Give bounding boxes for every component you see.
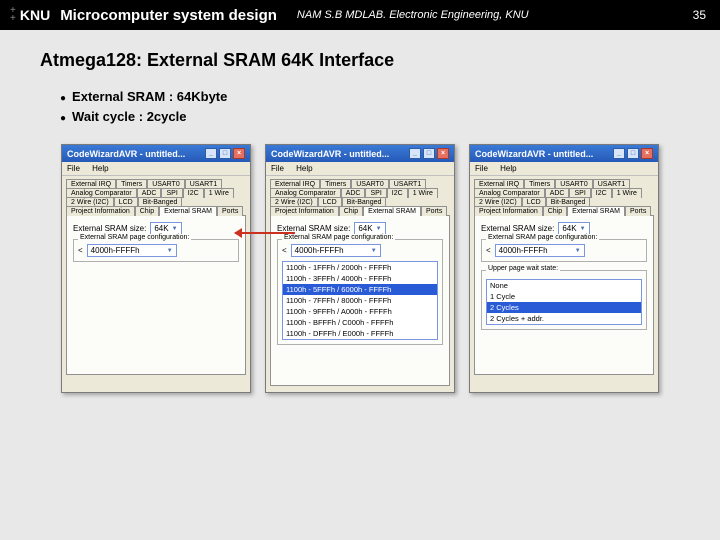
bullet-item: External SRAM : 64Kbyte bbox=[60, 87, 680, 107]
wizard-panels: CodeWizardAVR - untitled... _ □ × File H… bbox=[40, 144, 680, 393]
titlebar[interactable]: CodeWizardAVR - untitled... _ □ × bbox=[470, 145, 658, 162]
chevron-down-icon: ▼ bbox=[172, 226, 178, 232]
slide-header: ++ KNU Microcomputer system design NAM S… bbox=[0, 0, 720, 30]
tab-1wire[interactable]: 1 Wire bbox=[408, 188, 438, 198]
tab-projinfo[interactable]: Project Information bbox=[66, 206, 135, 216]
menu-file[interactable]: File bbox=[67, 164, 80, 173]
sram-size-label: External SRAM size: bbox=[73, 224, 146, 233]
tab-strip: External IRQ Timers USART0 USART1 Analog… bbox=[62, 176, 250, 215]
chevron-down-icon: ▼ bbox=[167, 248, 173, 254]
addr-range-select[interactable]: 4000h-FFFFh▼ bbox=[291, 244, 381, 257]
list-item[interactable]: 1 Cycle bbox=[487, 291, 641, 302]
list-item[interactable]: 2 Cycles + addr. bbox=[487, 313, 641, 324]
tab-body: External SRAM size: 64K▼ External SRAM p… bbox=[474, 215, 654, 375]
logo-text: KNU bbox=[20, 7, 50, 23]
maximize-button[interactable]: □ bbox=[219, 148, 231, 159]
tab-chip[interactable]: Chip bbox=[339, 206, 363, 216]
section-heading: Atmega128: External SRAM 64K Interface bbox=[40, 50, 680, 71]
chevron-down-icon: ▼ bbox=[371, 248, 377, 254]
wizard-window-3: CodeWizardAVR - untitled... _ □ × File H… bbox=[469, 144, 659, 393]
tab-strip: External IRQ Timers USART0 USART1 Analog… bbox=[470, 176, 658, 215]
window-title: CodeWizardAVR - untitled... bbox=[271, 149, 389, 159]
logo-area: ++ KNU bbox=[10, 7, 50, 23]
tab-1wire[interactable]: 1 Wire bbox=[612, 188, 642, 198]
list-item[interactable]: 1100h - 1FFFh / 2000h - FFFFh bbox=[283, 262, 437, 273]
wizard-window-2: CodeWizardAVR - untitled... _ □ × File H… bbox=[265, 144, 455, 393]
tab-external-sram[interactable]: External SRAM bbox=[363, 206, 421, 216]
window-title: CodeWizardAVR - untitled... bbox=[67, 149, 185, 159]
menu-file[interactable]: File bbox=[271, 164, 284, 173]
menubar[interactable]: File Help bbox=[62, 162, 250, 176]
wait-state-group: Upper page wait state: None 1 Cycle 2 Cy… bbox=[481, 270, 647, 330]
slide-subtitle: NAM S.B MDLAB. Electronic Engineering, K… bbox=[297, 9, 529, 21]
chevron-down-icon: ▼ bbox=[376, 226, 382, 232]
tab-external-sram[interactable]: External SRAM bbox=[567, 206, 625, 216]
titlebar[interactable]: CodeWizardAVR - untitled... _ □ × bbox=[266, 145, 454, 162]
tab-projinfo[interactable]: Project Information bbox=[474, 206, 543, 216]
tab-strip: External IRQ Timers USART0 USART1 Analog… bbox=[266, 176, 454, 215]
close-button[interactable]: × bbox=[233, 148, 245, 159]
slide-title: Microcomputer system design bbox=[60, 7, 277, 24]
addr-prefix: < bbox=[486, 246, 491, 255]
tab-body: External SRAM size: 64K▼ External SRAM p… bbox=[270, 215, 450, 386]
menubar[interactable]: File Help bbox=[266, 162, 454, 176]
slide-body: Atmega128: External SRAM 64K Interface E… bbox=[0, 30, 720, 413]
list-item[interactable]: 1100h - DFFFh / E000h - FFFFh bbox=[283, 328, 437, 339]
menu-help[interactable]: Help bbox=[92, 164, 108, 173]
menu-help[interactable]: Help bbox=[296, 164, 312, 173]
list-item[interactable]: None bbox=[487, 280, 641, 291]
page-number: 35 bbox=[693, 8, 706, 22]
menubar[interactable]: File Help bbox=[470, 162, 658, 176]
maximize-button[interactable]: □ bbox=[423, 148, 435, 159]
list-item[interactable]: 1100h - 9FFFh / A000h - FFFFh bbox=[283, 306, 437, 317]
tab-projinfo[interactable]: Project Information bbox=[270, 206, 339, 216]
tab-body: External SRAM size: 64K▼ External SRAM p… bbox=[66, 215, 246, 375]
wizard-window-1: CodeWizardAVR - untitled... _ □ × File H… bbox=[61, 144, 251, 393]
list-item[interactable]: 1100h - 3FFFh / 4000h - FFFFh bbox=[283, 273, 437, 284]
wait-dropdown-list[interactable]: None 1 Cycle 2 Cycles 2 Cycles + addr. bbox=[486, 279, 642, 325]
tab-chip[interactable]: Chip bbox=[135, 206, 159, 216]
tab-ports[interactable]: Ports bbox=[625, 206, 651, 216]
tab-i2c[interactable]: I2C bbox=[387, 188, 408, 198]
list-item[interactable]: 1100h - 7FFFh / 8000h - FFFFh bbox=[283, 295, 437, 306]
addr-dropdown-list[interactable]: 1100h - 1FFFh / 2000h - FFFFh 1100h - 3F… bbox=[282, 261, 438, 340]
titlebar[interactable]: CodeWizardAVR - untitled... _ □ × bbox=[62, 145, 250, 162]
group-label: External SRAM page configuration: bbox=[78, 234, 191, 241]
list-item[interactable]: 1100h - BFFFh / C000h - FFFFh bbox=[283, 317, 437, 328]
addr-prefix: < bbox=[282, 246, 287, 255]
bullet-list: External SRAM : 64Kbyte Wait cycle : 2cy… bbox=[60, 87, 680, 126]
tab-ports[interactable]: Ports bbox=[421, 206, 447, 216]
group-label: External SRAM page configuration: bbox=[486, 234, 599, 241]
chevron-down-icon: ▼ bbox=[575, 248, 581, 254]
close-button[interactable]: × bbox=[641, 148, 653, 159]
logo-decor: ++ bbox=[10, 7, 16, 23]
minimize-button[interactable]: _ bbox=[409, 148, 421, 159]
tab-ports[interactable]: Ports bbox=[217, 206, 243, 216]
page-config-group: External SRAM page configuration: < 4000… bbox=[277, 239, 443, 345]
tab-i2c[interactable]: I2C bbox=[591, 188, 612, 198]
window-title: CodeWizardAVR - untitled... bbox=[475, 149, 593, 159]
minimize-button[interactable]: _ bbox=[205, 148, 217, 159]
group-label: Upper page wait state: bbox=[486, 265, 560, 272]
tab-chip[interactable]: Chip bbox=[543, 206, 567, 216]
tab-1wire[interactable]: 1 Wire bbox=[204, 188, 234, 198]
list-item-selected[interactable]: 1100h - 5FFFh / 6000h - FFFFh bbox=[283, 284, 437, 295]
close-button[interactable]: × bbox=[437, 148, 449, 159]
bullet-item: Wait cycle : 2cycle bbox=[60, 107, 680, 127]
addr-prefix: < bbox=[78, 246, 83, 255]
sram-size-label: External SRAM size: bbox=[481, 224, 554, 233]
tab-external-sram[interactable]: External SRAM bbox=[159, 206, 217, 216]
addr-range-select[interactable]: 4000h-FFFFh▼ bbox=[87, 244, 177, 257]
page-config-group: External SRAM page configuration: < 4000… bbox=[73, 239, 239, 262]
list-item-selected[interactable]: 2 Cycles bbox=[487, 302, 641, 313]
tab-i2c[interactable]: I2C bbox=[183, 188, 204, 198]
page-config-group: External SRAM page configuration: < 4000… bbox=[481, 239, 647, 262]
addr-range-select[interactable]: 4000h-FFFFh▼ bbox=[495, 244, 585, 257]
menu-file[interactable]: File bbox=[475, 164, 488, 173]
menu-help[interactable]: Help bbox=[500, 164, 516, 173]
minimize-button[interactable]: _ bbox=[613, 148, 625, 159]
maximize-button[interactable]: □ bbox=[627, 148, 639, 159]
chevron-down-icon: ▼ bbox=[580, 226, 586, 232]
group-label: External SRAM page configuration: bbox=[282, 234, 395, 241]
